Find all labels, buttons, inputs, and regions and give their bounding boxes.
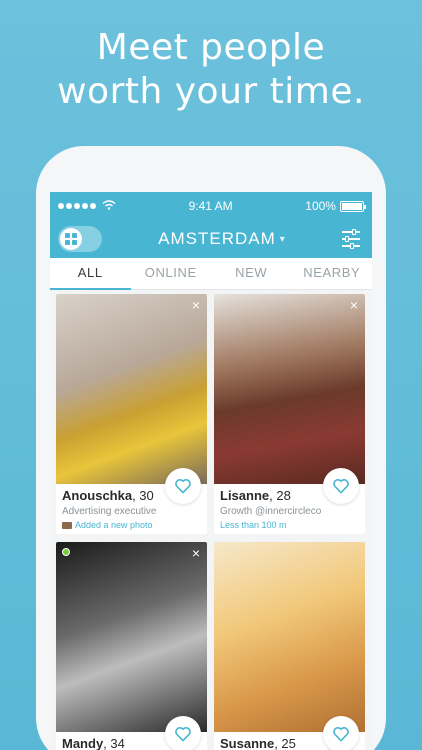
city-label: AMSTERDAM (158, 229, 276, 248)
view-toggle[interactable] (58, 226, 102, 252)
profile-name: Lisanne (220, 488, 270, 503)
heart-icon (175, 479, 191, 494)
tab-online[interactable]: ONLINE (131, 258, 212, 289)
profile-grid: × Anouschka, 30 Advertising executive Ad… (56, 294, 366, 750)
heart-icon (175, 727, 191, 742)
headline: Meet people worth your time. (0, 26, 422, 114)
profile-age: , 34 (103, 736, 125, 750)
profile-card[interactable]: × Lisanne, 28 Growth @innercircleco Less… (214, 294, 365, 534)
close-icon[interactable]: × (192, 298, 200, 312)
tab-new[interactable]: NEW (211, 258, 292, 289)
close-icon[interactable]: × (350, 298, 358, 312)
profile-activity: Added a new photo (62, 520, 201, 530)
like-button[interactable] (323, 468, 359, 504)
profile-name: Mandy (62, 736, 104, 750)
profile-name: Anouschka (62, 488, 133, 503)
profile-card[interactable]: × Anouschka, 30 Advertising executive Ad… (56, 294, 207, 534)
signal-icon (58, 203, 96, 209)
tab-nearby[interactable]: NEARBY (292, 258, 373, 289)
heart-icon (333, 479, 349, 494)
profile-age: , 28 (269, 488, 291, 503)
profile-photo[interactable]: × (56, 294, 207, 484)
online-indicator (62, 548, 70, 556)
nav-bar: AMSTERDAM ▾ (50, 220, 372, 258)
app-screen: 9:41 AM 100% AMSTERDAM ▾ ALL ONLINE NEW … (50, 192, 372, 750)
like-button[interactable] (165, 468, 201, 504)
profile-name: Susanne (220, 736, 275, 750)
profile-job: Growth @innercircleco (220, 506, 322, 517)
headline-line-1: Meet people (96, 27, 326, 68)
wifi-icon (102, 199, 116, 213)
tab-bar: ALL ONLINE NEW NEARBY (50, 258, 372, 290)
camera-icon (62, 521, 72, 529)
profile-job: Advertising executive (62, 506, 157, 517)
profile-distance: Less than 100 m (220, 520, 287, 530)
filter-icon[interactable] (342, 229, 360, 249)
heart-icon (333, 727, 349, 742)
city-selector[interactable]: AMSTERDAM ▾ (158, 229, 286, 249)
profile-photo[interactable]: × (214, 294, 365, 484)
close-icon[interactable]: × (192, 546, 200, 560)
battery-percent: 100% (305, 199, 336, 213)
grid-icon (60, 228, 82, 250)
tab-all[interactable]: ALL (50, 258, 131, 290)
battery-icon (339, 200, 366, 212)
profile-photo[interactable] (214, 542, 365, 732)
chevron-down-icon: ▾ (279, 233, 286, 245)
profile-photo[interactable]: × (56, 542, 207, 732)
status-time: 9:41 AM (188, 199, 233, 213)
headline-line-2: worth your time. (57, 71, 365, 112)
status-bar: 9:41 AM 100% (50, 192, 372, 220)
profile-card[interactable]: × Mandy, 34 (56, 542, 207, 750)
profile-age: , 25 (274, 736, 296, 750)
like-button[interactable] (323, 716, 359, 750)
profile-card[interactable]: Susanne, 25 (214, 542, 365, 750)
like-button[interactable] (165, 716, 201, 750)
profile-age: , 30 (132, 488, 154, 503)
